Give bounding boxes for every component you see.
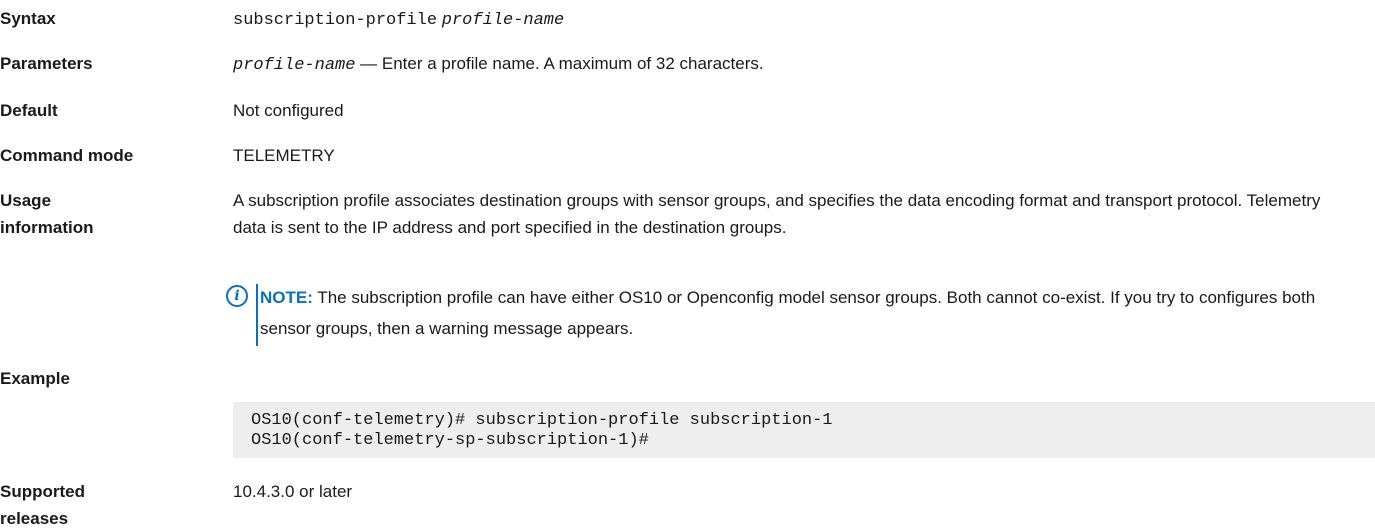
- syntax-content: subscription-profile profile-name: [233, 5, 1375, 34]
- example-label: Example: [0, 369, 70, 388]
- code-line-2: OS10(conf-telemetry-sp-subscription-1)#: [251, 431, 649, 450]
- usage-label-line1: Usage: [0, 191, 52, 210]
- info-icon: i: [226, 285, 248, 307]
- supported-label-line2: releases: [0, 509, 69, 528]
- syntax-label: Syntax: [0, 9, 56, 28]
- example-code-block: OS10(conf-telemetry)# subscription-profi…: [233, 402, 1375, 458]
- supported-label: Supported releases: [0, 478, 225, 532]
- note-divider: [256, 284, 258, 346]
- note-body: The subscription profile can have either…: [260, 288, 1316, 338]
- example-code: OS10(conf-telemetry)# subscription-profi…: [251, 411, 833, 451]
- parameter-description: — Enter a profile name. A maximum of 32 …: [355, 54, 764, 73]
- note-text: NOTE: The subscription profile can have …: [260, 282, 1366, 344]
- syntax-argument: profile-name: [441, 11, 565, 30]
- syntax-command: subscription-profile: [233, 11, 438, 30]
- parameters-label: Parameters: [0, 54, 93, 73]
- command-mode-label: Command mode: [0, 146, 134, 165]
- supported-label-line1: Supported: [0, 482, 85, 501]
- default-label: Default: [0, 101, 58, 120]
- usage-text: A subscription profile associates destin…: [233, 191, 1321, 237]
- note-label: NOTE:: [260, 288, 313, 307]
- code-line-1: OS10(conf-telemetry)# subscription-profi…: [251, 411, 833, 430]
- parameter-name: profile-name: [233, 56, 356, 75]
- supported-value: 10.4.3.0 or later: [233, 482, 353, 501]
- command-mode-value: TELEMETRY: [233, 146, 335, 165]
- default-value: Not configured: [233, 101, 344, 120]
- parameters-content: profile-name — Enter a profile name. A m…: [233, 50, 1375, 79]
- usage-label: Usage information: [0, 187, 225, 241]
- usage-label-line2: information: [0, 218, 94, 237]
